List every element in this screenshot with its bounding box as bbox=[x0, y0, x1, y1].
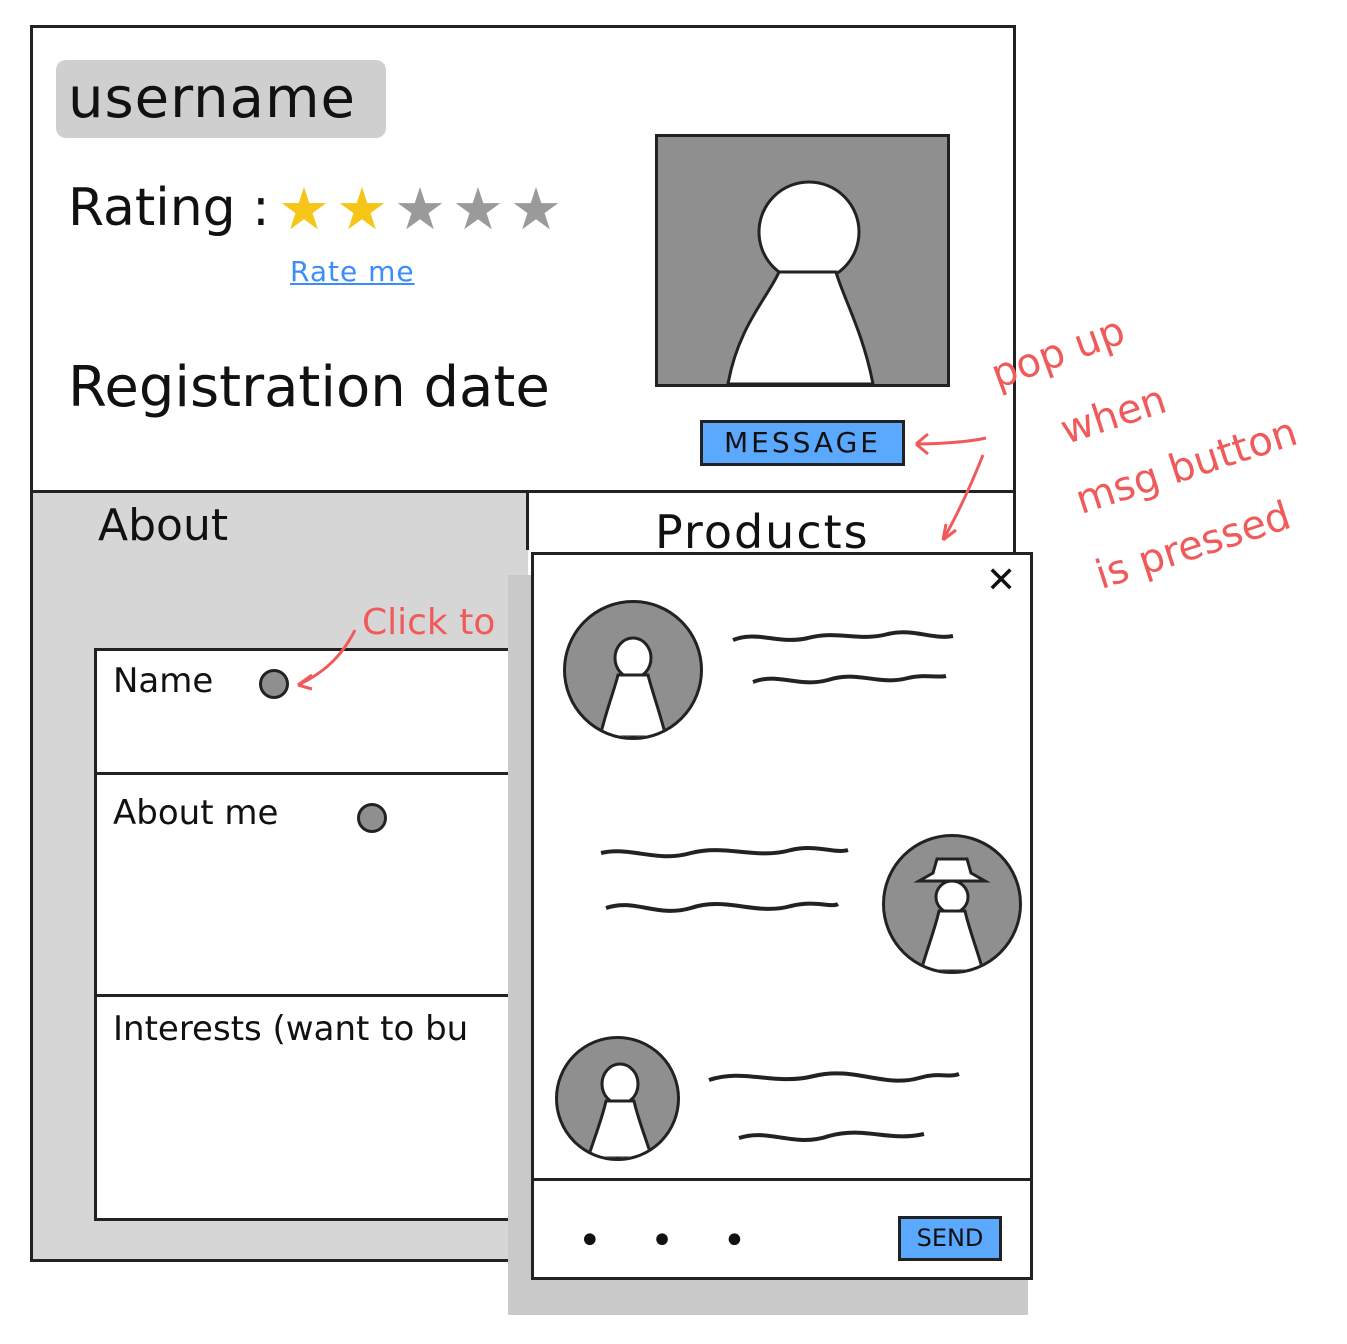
cowboy-user-icon bbox=[913, 857, 991, 971]
section-divider bbox=[30, 490, 1015, 493]
message-text-placeholder bbox=[708, 1071, 960, 1142]
popup-footer-divider bbox=[534, 1178, 1030, 1181]
star-icon[interactable]: ★ bbox=[278, 175, 330, 243]
about-form: Name About me Interests (want to bu bbox=[94, 648, 534, 1221]
interests-field-label: Interests (want to bu bbox=[113, 1009, 469, 1049]
tab-divider bbox=[526, 490, 529, 550]
popup-note-line-2: when bbox=[1055, 376, 1172, 454]
message-text-placeholder bbox=[600, 846, 849, 913]
about-me-field-label: About me bbox=[113, 793, 279, 833]
user-silhouette-icon bbox=[726, 180, 875, 384]
profile-avatar bbox=[655, 134, 950, 387]
rate-me-link[interactable]: Rate me bbox=[290, 255, 415, 288]
chat-avatar-user bbox=[555, 1036, 680, 1161]
typing-indicator: • • • bbox=[578, 1218, 765, 1264]
star-icon[interactable]: ★ bbox=[336, 175, 388, 243]
edit-icon[interactable] bbox=[357, 803, 387, 833]
registration-date-label: Registration date bbox=[68, 355, 550, 420]
chat-avatar-user bbox=[563, 600, 703, 740]
star-icon[interactable]: ★ bbox=[394, 175, 446, 243]
about-me-row: About me bbox=[97, 775, 534, 997]
rating-stars[interactable]: ★ ★ ★ ★ ★ bbox=[278, 180, 568, 238]
chat-avatar-cowboy bbox=[882, 834, 1022, 974]
name-field-label: Name bbox=[113, 661, 214, 701]
rating-label: Rating : bbox=[68, 178, 270, 238]
message-text-placeholder bbox=[732, 630, 954, 685]
tab-about[interactable]: About bbox=[98, 500, 228, 551]
message-button[interactable]: MESSAGE bbox=[700, 420, 905, 466]
user-silhouette-icon bbox=[586, 1062, 654, 1158]
edit-icon[interactable] bbox=[259, 669, 289, 699]
click-to-note: Click to bbox=[362, 602, 496, 643]
annotation-arrow-icon bbox=[297, 629, 357, 691]
close-icon[interactable]: ✕ bbox=[986, 560, 1016, 601]
user-silhouette-icon bbox=[598, 636, 668, 737]
annotation-arrows bbox=[915, 432, 987, 542]
username-label: username bbox=[68, 66, 356, 131]
tab-products[interactable]: Products bbox=[655, 505, 870, 559]
star-icon[interactable]: ★ bbox=[452, 175, 504, 243]
send-button[interactable]: SEND bbox=[898, 1216, 1002, 1261]
star-icon[interactable]: ★ bbox=[510, 175, 562, 243]
interests-row: Interests (want to bu bbox=[97, 997, 534, 1221]
